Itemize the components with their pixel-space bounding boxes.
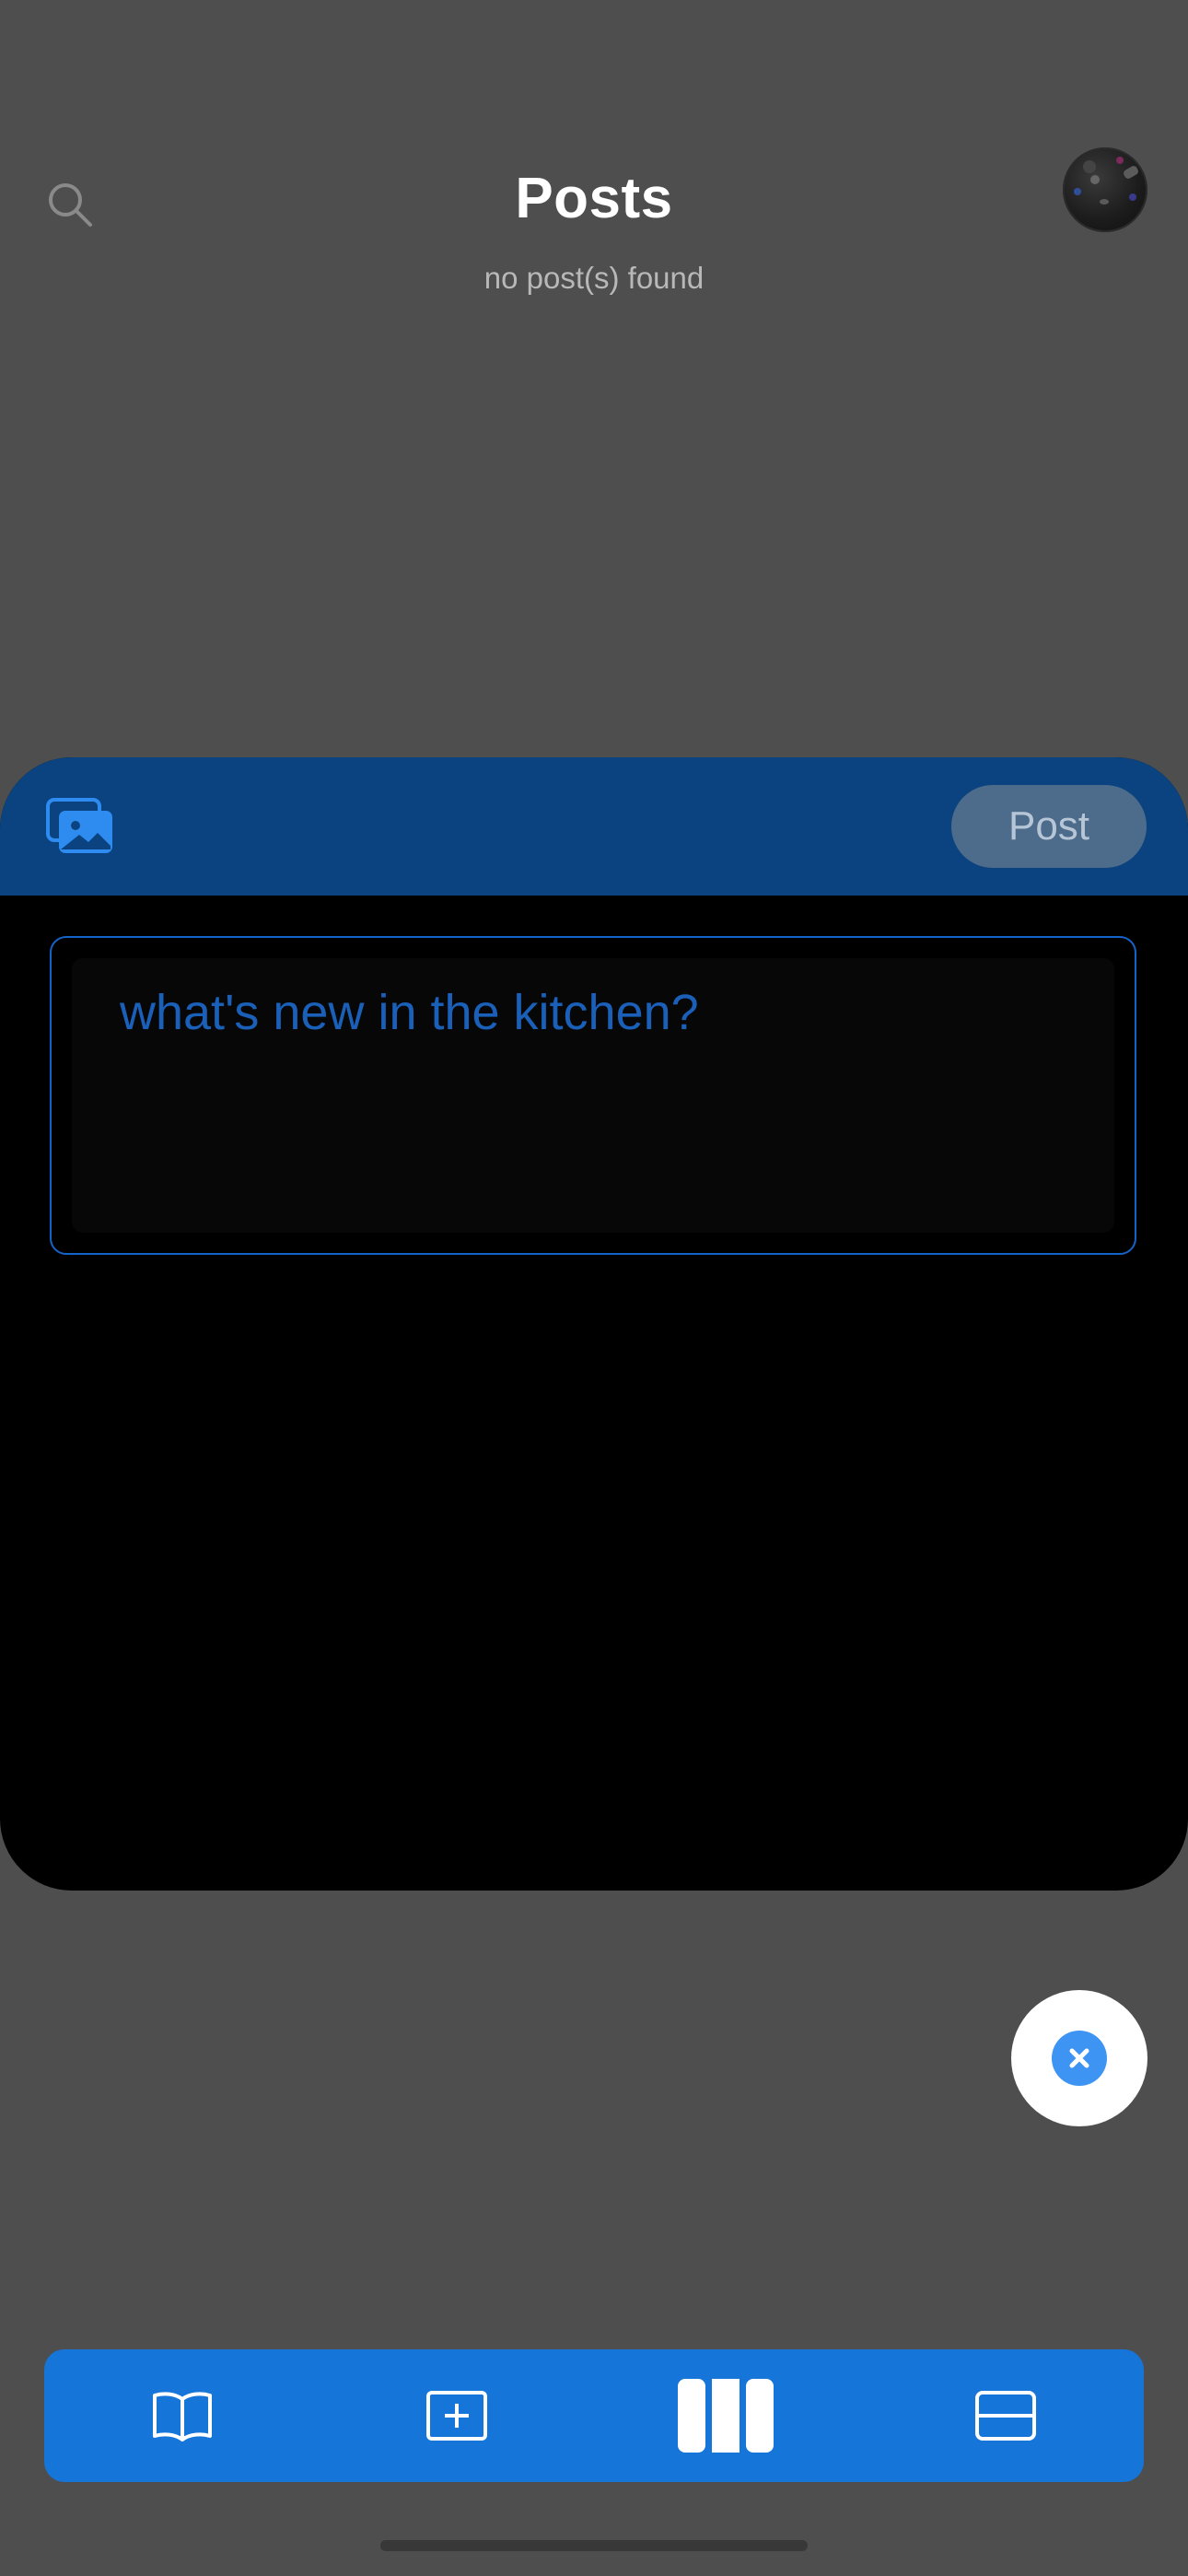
composer-box bbox=[50, 936, 1136, 1255]
columns-icon bbox=[678, 2379, 774, 2453]
compose-toolbar: Post bbox=[0, 757, 1188, 896]
tab-book[interactable] bbox=[127, 2349, 238, 2482]
tab-new-post[interactable] bbox=[402, 2349, 512, 2482]
book-icon bbox=[153, 2392, 212, 2441]
tab-card[interactable] bbox=[950, 2349, 1061, 2482]
card-icon bbox=[975, 2391, 1036, 2441]
bottom-tab-bar bbox=[44, 2349, 1144, 2482]
page-subtitle: no post(s) found bbox=[483, 261, 705, 295]
post-button[interactable]: Post bbox=[951, 785, 1147, 868]
close-button[interactable] bbox=[1011, 1990, 1147, 2126]
composer-field bbox=[72, 958, 1114, 1233]
photo-gallery-icon[interactable] bbox=[46, 798, 114, 855]
avatar[interactable] bbox=[1063, 147, 1147, 232]
page-title: Posts bbox=[515, 167, 673, 230]
post-text-input[interactable] bbox=[118, 982, 1072, 1212]
compose-sheet: Post bbox=[0, 757, 1188, 1891]
tab-columns[interactable] bbox=[670, 2349, 781, 2482]
home-indicator[interactable] bbox=[380, 2540, 808, 2551]
close-icon bbox=[1052, 2031, 1107, 2086]
add-square-icon bbox=[426, 2391, 487, 2441]
